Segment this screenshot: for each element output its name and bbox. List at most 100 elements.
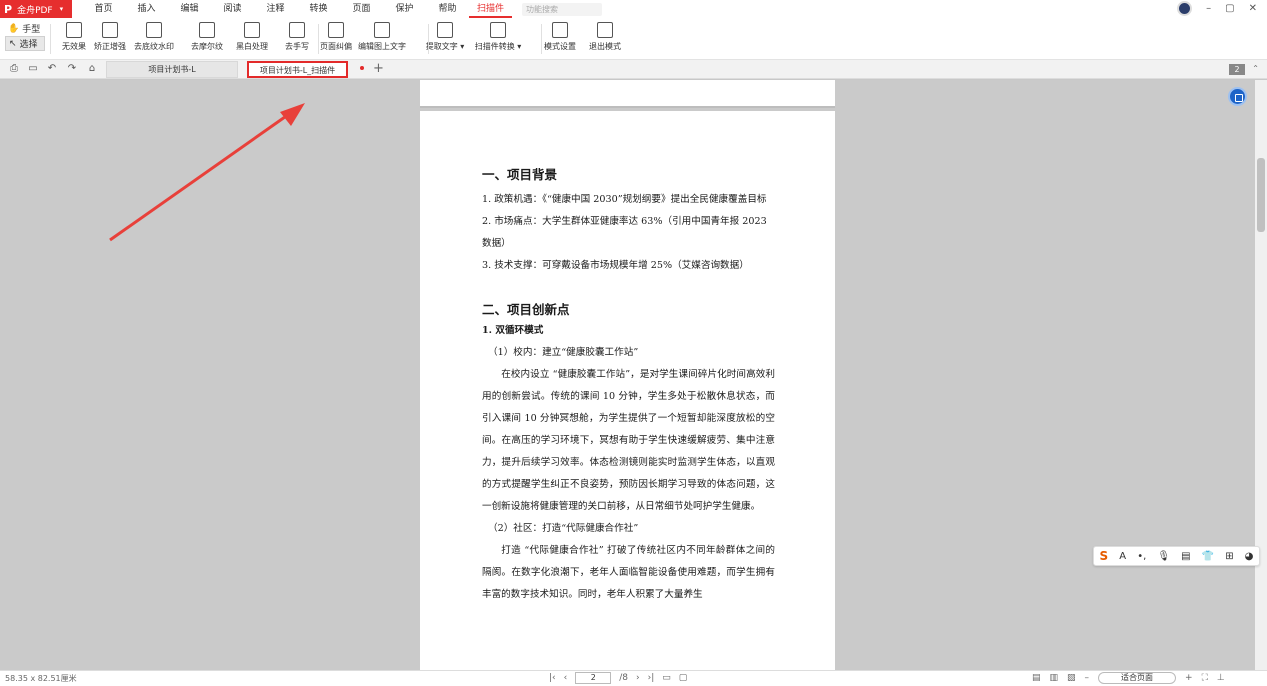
redo-icon[interactable]: ↷ bbox=[66, 63, 78, 75]
last-page-icon[interactable]: ›| bbox=[648, 673, 655, 683]
double-page-icon[interactable]: ▥ bbox=[1050, 673, 1059, 683]
minimize-button[interactable]: – bbox=[1206, 3, 1211, 14]
tab-bar: ⎙ ▭ ↶ ↷ ⌂ 项目计划书-L 项目计划书-L_扫描件 + 2 ⌃ bbox=[0, 60, 1267, 79]
ribbon-toolbar: ✋ 手型 ↖ 选择 无效果 矫正增强 去底纹水印 去摩尔纹 黑白处理 去手写 页面纠偏 编辑图上文… bbox=[0, 18, 1267, 60]
zoom-controls: ▤ ▥ ▧ – 适合页面 + ⛶ ⊥ bbox=[1032, 672, 1225, 684]
zoom-select[interactable]: 适合页面 bbox=[1098, 672, 1177, 684]
home-icon[interactable]: ⌂ bbox=[86, 63, 98, 75]
select-mode-button[interactable]: ↖ 选择 bbox=[5, 36, 45, 51]
item-title: （1）校内：建立“健康胶囊工作站” bbox=[488, 347, 639, 358]
cursor-icon: ↖ bbox=[9, 38, 17, 49]
maximize-button[interactable]: ▢ bbox=[1225, 3, 1234, 14]
paragraph: 在校内设立 “健康胶囊工作站”，是对学生课间碎片化时间高效利用的创新尝试。传统的… bbox=[482, 369, 775, 512]
tool-label: 编辑图上文字 bbox=[358, 42, 406, 51]
view-mode-icon[interactable]: ▧ bbox=[1067, 673, 1076, 683]
tool-icon bbox=[374, 22, 390, 38]
prev-page-icon[interactable]: ‹ bbox=[564, 673, 568, 683]
list-item: 2. 市场痛点：大学生群体亚健康率达 63%（引用中国青年报 2023 数据） bbox=[482, 216, 767, 249]
mascot-icon[interactable]: ◕ bbox=[1245, 551, 1254, 562]
tool-icon bbox=[102, 22, 118, 38]
undo-icon[interactable]: ↶ bbox=[46, 63, 58, 75]
unsaved-dot-icon bbox=[360, 66, 364, 70]
tool-icon bbox=[199, 22, 215, 38]
fullscreen-icon[interactable]: ⛶ bbox=[1202, 673, 1208, 683]
tab-document[interactable]: 项目计划书-L bbox=[106, 61, 238, 78]
vertical-scrollbar[interactable] bbox=[1255, 80, 1267, 670]
first-page-icon[interactable]: |‹ bbox=[549, 673, 556, 683]
document-viewport[interactable]: 一、项目背景 1. 政策机遇：《“健康中国 2030”规划纲要》提出全民健康覆盖… bbox=[0, 80, 1255, 670]
app-logo-icon: P bbox=[4, 2, 13, 16]
side-tool-button[interactable] bbox=[1228, 87, 1247, 106]
close-button[interactable]: ✕ bbox=[1249, 3, 1257, 14]
zoom-out-button[interactable]: – bbox=[1085, 673, 1090, 683]
toolbar-separator bbox=[541, 24, 542, 54]
tool-icon bbox=[244, 22, 260, 38]
menu-item[interactable]: 阅读 bbox=[211, 0, 254, 18]
function-search-input[interactable]: 功能搜索 bbox=[522, 2, 602, 16]
menu-item[interactable]: 页面 bbox=[340, 0, 383, 18]
chevron-up-icon[interactable]: ⌃ bbox=[1252, 64, 1259, 73]
chevron-down-icon: ▾ bbox=[514, 42, 522, 51]
tool-button[interactable]: 编辑图上文字 bbox=[355, 22, 409, 52]
fit-page-icon[interactable]: ▢ bbox=[679, 673, 688, 683]
status-bar: 58.35 x 82.51厘米 |‹ ‹ 2 /8 › ›| ▭ ▢ ▤ ▥ ▧… bbox=[0, 670, 1267, 686]
font-icon[interactable]: A bbox=[1119, 551, 1126, 562]
zoom-in-button[interactable]: + bbox=[1185, 673, 1193, 683]
app-menu-button[interactable]: P 金舟PDF ▾ bbox=[0, 0, 72, 18]
tool-icon bbox=[328, 22, 344, 38]
tool-label: 去手写 bbox=[285, 42, 309, 51]
menu-item[interactable]: 注释 bbox=[254, 0, 297, 18]
menu-item[interactable]: 保护 bbox=[383, 0, 426, 18]
tool-button[interactable]: 退出模式 bbox=[578, 22, 632, 52]
single-page-icon[interactable]: ▤ bbox=[1032, 673, 1041, 683]
hand-mode-button[interactable]: ✋ 手型 bbox=[5, 21, 45, 36]
tool-label: 提取文字 ▾ bbox=[425, 42, 465, 51]
scrollbar-thumb[interactable] bbox=[1257, 158, 1265, 232]
toolbar-separator bbox=[50, 24, 51, 54]
new-tab-button[interactable]: + bbox=[373, 61, 384, 76]
section-title: 一、项目背景 bbox=[482, 167, 558, 182]
grid-icon[interactable]: ⊞ bbox=[1225, 551, 1233, 562]
menu-item[interactable]: 转换 bbox=[297, 0, 340, 18]
tool-label: 去底纹水印 bbox=[134, 42, 174, 51]
keyboard-icon[interactable]: ▤ bbox=[1181, 551, 1190, 562]
tool-label: 页面纠偏 bbox=[320, 42, 352, 51]
menu-item[interactable]: 编辑 bbox=[168, 0, 211, 18]
sogou-logo-icon[interactable]: S bbox=[1100, 549, 1109, 563]
tool-label: 模式设置 bbox=[544, 42, 576, 51]
menu-item[interactable]: 首页 bbox=[82, 0, 125, 18]
app-name: 金舟PDF bbox=[17, 5, 53, 16]
save-icon[interactable]: ▭ bbox=[27, 63, 39, 75]
pin-icon[interactable]: ⊥ bbox=[1217, 673, 1225, 683]
tool-label: 黑白处理 bbox=[236, 42, 268, 51]
tab-scanned-document[interactable]: 项目计划书-L_扫描件 bbox=[247, 61, 348, 78]
main-menu: 首页 插入 编辑 阅读 注释 转换 页面 保护 帮助 扫描件 bbox=[82, 0, 512, 18]
tool-label: 扫描件转换 ▾ bbox=[474, 42, 522, 51]
tool-button[interactable]: 扫描件转换 ▾ bbox=[471, 22, 525, 52]
tool-icon bbox=[66, 22, 82, 38]
fit-width-icon[interactable]: ▭ bbox=[662, 673, 671, 683]
page-size-label: 58.35 x 82.51厘米 bbox=[5, 674, 77, 683]
menu-bar: P 金舟PDF ▾ 首页 插入 编辑 阅读 注释 转换 页面 保护 帮助 扫描件 功能搜索 – ▢… bbox=[0, 0, 1267, 18]
page-number-input[interactable]: 2 bbox=[575, 672, 612, 684]
tool-button[interactable]: 去底纹水印 bbox=[127, 22, 181, 52]
skin-icon[interactable]: 👕 bbox=[1202, 551, 1214, 562]
tool-label: 矫正增强 bbox=[94, 42, 126, 51]
next-page-icon[interactable]: › bbox=[636, 673, 640, 683]
tool-label: 退出模式 bbox=[589, 42, 621, 51]
tool-icon bbox=[437, 22, 453, 38]
menu-item[interactable]: 扫描件 bbox=[469, 0, 512, 18]
print-icon[interactable]: ⎙ bbox=[8, 63, 20, 75]
avatar[interactable] bbox=[1177, 1, 1193, 16]
subsection-title: 1. 双循环模式 bbox=[482, 325, 544, 336]
tool-button[interactable]: 提取文字 ▾ bbox=[418, 22, 472, 52]
punctuation-icon[interactable]: •, bbox=[1137, 551, 1146, 562]
list-item: 3. 技术支撑：可穿戴设备市场规模年增 25%（艾媒咨询数据） bbox=[482, 260, 749, 271]
microphone-icon[interactable]: 🎙 bbox=[1157, 551, 1170, 562]
menu-item[interactable]: 帮助 bbox=[426, 0, 469, 18]
page-count-badge: 2 bbox=[1229, 64, 1245, 75]
tool-icon bbox=[289, 22, 305, 38]
window-controls: – ▢ ✕ bbox=[1177, 1, 1257, 16]
menu-item[interactable]: 插入 bbox=[125, 0, 168, 18]
page-navigator: |‹ ‹ 2 /8 › ›| ▭ ▢ bbox=[549, 672, 687, 684]
